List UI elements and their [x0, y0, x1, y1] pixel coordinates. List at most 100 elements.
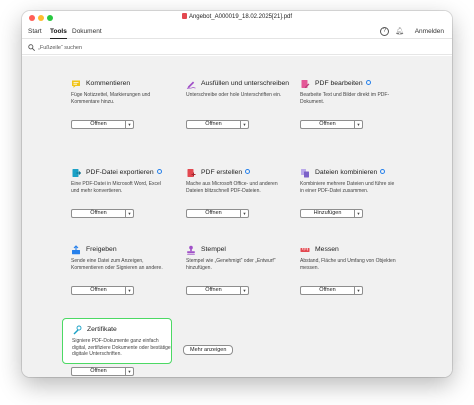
share-icon	[72, 245, 80, 255]
tool-action-split: Öffnen ▼	[186, 209, 249, 218]
tool-description: Unterschreibe oder hole Unterschriften e…	[186, 92, 282, 98]
tool-title-text: PDF erstellen	[201, 169, 243, 176]
menu-bar: Start Tools Dokument ? 🔔︎ Anmelden	[22, 25, 452, 39]
search-input[interactable]	[38, 43, 238, 53]
tool-action-split: Öffnen ▼	[300, 286, 363, 295]
tool-card-zertifikate[interactable]: Zertifikate Signiere PDF-Dokumente ganz …	[62, 318, 172, 364]
tool-card-messen[interactable]: Messen Abstand, Fläche und Umfang von Ob…	[291, 239, 399, 311]
new-feature-badge-icon	[380, 169, 386, 174]
chevron-down-icon: ▼	[356, 288, 361, 293]
tab-tools[interactable]: Tools	[50, 27, 67, 39]
tool-action-split: Öffnen ▼	[71, 120, 134, 129]
show-more-button[interactable]: Mehr anzeigen	[183, 345, 234, 355]
tool-card-dateien-kombinieren[interactable]: Dateien kombinieren Kombiniere mehrere D…	[291, 162, 399, 234]
combine-files-icon	[301, 169, 309, 178]
app-window: Angebot_A000019_18.02.2025[21].pdf Start…	[22, 11, 452, 377]
open-options-dropdown[interactable]: ▼	[241, 120, 249, 129]
sign-in-button[interactable]: Anmelden	[415, 27, 444, 36]
chevron-down-icon: ▼	[127, 369, 132, 374]
open-kommentieren-button[interactable]: Öffnen	[71, 120, 126, 129]
tool-card-stempel[interactable]: Stempel Stempel wie „Genehmigt“ oder „En…	[177, 239, 285, 311]
chevron-down-icon: ▼	[242, 211, 247, 216]
open-options-dropdown[interactable]: ▼	[126, 286, 134, 295]
tool-title: Stempel	[201, 246, 226, 253]
comment-icon	[72, 80, 80, 88]
add-options-dropdown[interactable]: ▼	[355, 209, 363, 218]
tool-description: Stempel wie „Genehmigt“ oder „Entwurf“ h…	[186, 258, 276, 271]
tool-description: Mache aus Microsoft Office- und anderen …	[186, 181, 278, 194]
create-pdf-icon	[187, 169, 196, 177]
tool-card-pdf-erstellen[interactable]: PDF erstellen Mache aus Microsoft Office…	[177, 162, 285, 234]
open-pdf-bearbeiten-button[interactable]: Öffnen	[300, 120, 355, 129]
open-options-dropdown[interactable]: ▼	[355, 120, 363, 129]
open-options-dropdown[interactable]: ▼	[126, 367, 134, 376]
fill-sign-icon	[186, 81, 196, 89]
chevron-down-icon: ▼	[242, 288, 247, 293]
tool-action-split: Öffnen ▼	[186, 286, 249, 295]
tool-title-text: Dateien kombinieren	[315, 169, 378, 176]
measure-icon	[300, 248, 310, 252]
window-title: Angebot_A000019_18.02.2025[21].pdf	[188, 14, 293, 20]
tool-card-kommentieren[interactable]: Kommentieren Füge Notizzettel, Markierun…	[62, 73, 170, 145]
tool-description: Sende eine Datei zum Anzeigen, Kommentie…	[71, 258, 163, 271]
title-bar: Angebot_A000019_18.02.2025[21].pdf	[22, 11, 452, 24]
add-files-button[interactable]: Hinzufügen	[300, 209, 355, 218]
open-options-dropdown[interactable]: ▼	[241, 209, 249, 218]
tool-title: Dateien kombinieren	[315, 168, 386, 178]
tool-description: Füge Notizzettel, Markierungen und Komme…	[71, 92, 151, 105]
open-freigeben-button[interactable]: Öffnen	[71, 286, 126, 295]
tool-action-split: Öffnen ▼	[71, 209, 134, 218]
open-ausfuellen-button[interactable]: Öffnen	[186, 120, 241, 129]
tool-description: Eine PDF-Datei in Microsoft Word, Excel …	[71, 181, 161, 194]
chevron-down-icon: ▼	[356, 122, 361, 127]
open-pdf-erstellen-button[interactable]: Öffnen	[186, 209, 241, 218]
tool-card-pdf-bearbeiten[interactable]: PDF bearbeiten Bearbeite Text und Bilder…	[291, 73, 399, 145]
tool-title-text: PDF bearbeiten	[315, 80, 363, 87]
export-pdf-icon	[72, 169, 81, 177]
open-options-dropdown[interactable]: ▼	[126, 120, 134, 129]
new-feature-badge-icon	[245, 169, 251, 174]
stamp-icon	[187, 245, 195, 255]
pdf-file-icon	[181, 13, 187, 19]
tool-title-text: PDF-Datei exportieren	[86, 169, 154, 176]
tool-action-split: Öffnen ▼	[186, 120, 249, 129]
tab-start[interactable]: Start	[28, 27, 42, 36]
open-options-dropdown[interactable]: ▼	[355, 286, 363, 295]
tools-grid: Kommentieren Füge Notizzettel, Markierun…	[22, 56, 452, 377]
certificate-icon	[73, 325, 82, 335]
tool-title: PDF erstellen	[201, 168, 251, 178]
tool-action-split: Öffnen ▼	[71, 286, 134, 295]
tool-description: Kombiniere mehrere Dateien und führe sie…	[300, 181, 395, 194]
tool-description: Abstand, Fläche und Umfang von Objekten …	[300, 258, 396, 271]
tool-description: Signiere PDF-Dokumente ganz einfach digi…	[72, 338, 171, 357]
tool-card-pdf-exportieren[interactable]: PDF-Datei exportieren Eine PDF-Datei in …	[62, 162, 170, 234]
new-feature-badge-icon	[156, 169, 162, 174]
tool-action-split: Hinzufügen ▼	[300, 209, 363, 218]
tool-title: Freigeben	[86, 246, 117, 253]
tool-card-ausfuellen[interactable]: Ausfüllen und unterschreiben Unterschrei…	[177, 73, 289, 145]
open-options-dropdown[interactable]: ▼	[126, 209, 134, 218]
open-zertifikate-button[interactable]: Öffnen	[71, 367, 126, 376]
help-icon[interactable]: ?	[380, 27, 389, 36]
chevron-down-icon: ▼	[127, 211, 132, 216]
chevron-down-icon: ▼	[127, 122, 132, 127]
tool-card-freigeben[interactable]: Freigeben Sende eine Datei zum Anzeigen,…	[62, 239, 170, 311]
tool-action-split: Öffnen ▼	[300, 120, 363, 129]
tool-title: Messen	[315, 246, 339, 253]
tool-description: Bearbeite Text und Bilder direkt im PDF-…	[300, 92, 390, 105]
tool-title: PDF-Datei exportieren	[86, 168, 162, 178]
tool-title: Ausfüllen und unterschreiben	[201, 80, 290, 87]
new-feature-badge-icon	[365, 80, 371, 85]
open-stempel-button[interactable]: Öffnen	[186, 286, 241, 295]
search-icon	[28, 44, 35, 51]
search-bar	[22, 41, 452, 55]
open-options-dropdown[interactable]: ▼	[241, 286, 249, 295]
notification-bell-icon[interactable]: 🔔︎	[395, 27, 404, 36]
tool-title: Kommentieren	[86, 80, 131, 87]
chevron-down-icon: ▼	[127, 288, 132, 293]
open-pdf-exportieren-button[interactable]: Öffnen	[71, 209, 126, 218]
chevron-down-icon: ▼	[242, 122, 247, 127]
tab-dokument[interactable]: Dokument	[72, 27, 102, 36]
open-messen-button[interactable]: Öffnen	[300, 286, 355, 295]
tool-title: PDF bearbeiten	[315, 79, 371, 89]
